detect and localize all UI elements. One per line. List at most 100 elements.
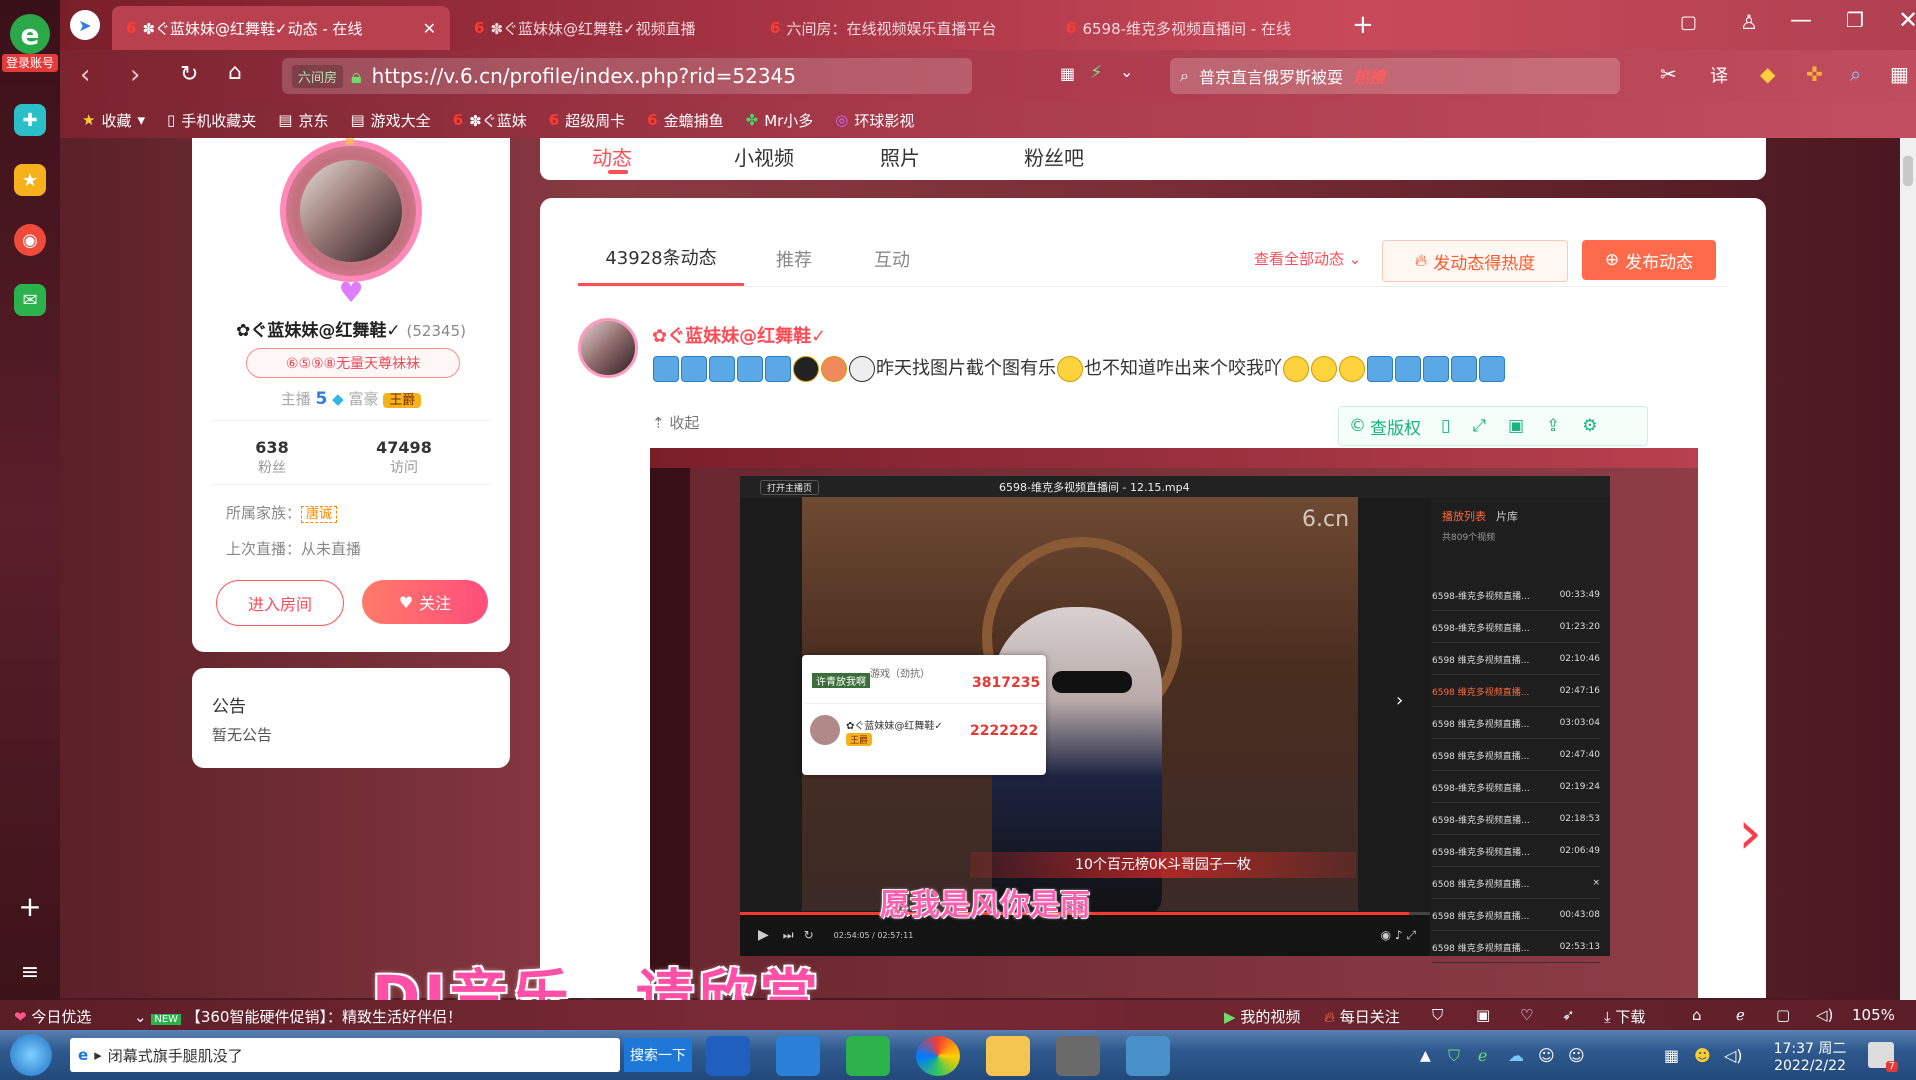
playlist-item[interactable]: 6598-维克多视频直播... 02:19:24 — [1432, 772, 1600, 803]
post-author[interactable]: ✿ぐ蓝妹妹@红舞鞋✓ — [652, 322, 826, 348]
mail-icon[interactable]: ✉ — [14, 284, 46, 316]
copyright-button[interactable]: 查版权 — [1370, 414, 1421, 439]
navigate-icon[interactable]: ➤ — [70, 10, 100, 40]
news-ticker[interactable]: ⌄ NEW 【360智能硬件促销】：精致生活好伴侣！ — [134, 1006, 462, 1027]
playlist-tab[interactable]: 播放列表 — [1442, 508, 1486, 524]
forward-icon[interactable]: › — [130, 60, 140, 90]
image-icon[interactable]: ▣ — [1476, 1006, 1490, 1024]
loop-icon[interactable]: ↻ — [804, 928, 814, 942]
avatar[interactable] — [280, 140, 422, 282]
plus-circle-icon[interactable]: ✚ — [14, 104, 46, 136]
start-button[interactable] — [10, 1034, 52, 1076]
ie-icon[interactable]: ℯ — [1736, 1006, 1745, 1024]
publish-button[interactable]: ⊕ 发布动态 — [1582, 240, 1716, 280]
hot-post-button[interactable]: 🔥︎ 发动态得热度 — [1382, 240, 1568, 282]
tray-network-icon[interactable]: ▦ — [1664, 1046, 1679, 1065]
tray-shield-icon[interactable]: ⛉ — [1448, 1046, 1460, 1066]
zoom-level[interactable]: 105% — [1852, 1006, 1895, 1024]
qr-icon[interactable]: ▦ — [1060, 64, 1075, 83]
bookmark-fishing[interactable]: 6 金蟾捕鱼 — [647, 110, 723, 131]
expand-icon[interactable]: ⤢ — [1472, 416, 1486, 436]
find-icon[interactable]: ⌕ — [1850, 62, 1861, 86]
shield-icon[interactable]: ⛉ — [1432, 1006, 1443, 1024]
next-track-icon[interactable]: ⏭ — [783, 928, 794, 943]
playlist-item[interactable]: 6598 维克多视频直播... 02:47:40 — [1432, 740, 1600, 771]
tray-volume-icon[interactable]: ◁) — [1724, 1046, 1743, 1065]
star-icon[interactable]: ★ — [14, 164, 46, 196]
photos-app-icon[interactable] — [1126, 1036, 1170, 1076]
back-icon[interactable]: ‹ — [80, 60, 90, 90]
apps-grid-icon[interactable]: ▦ — [1890, 62, 1909, 86]
bookmark-favorites[interactable]: ★ 收藏 ▾ — [82, 110, 145, 131]
playlist-item[interactable]: 6598-维克多视频直播... 02:18:53 — [1432, 804, 1600, 835]
download-button[interactable]: ⤓ 下载 — [1604, 1006, 1645, 1027]
tray-smile-icon[interactable]: ☻ — [1694, 1046, 1711, 1065]
tab-profile[interactable]: 6 ✽ぐ蓝妹妹@红舞鞋✓动态 - 在线 ✕ — [112, 6, 450, 50]
skin-icon[interactable]: ♙ — [1740, 10, 1758, 34]
search-box[interactable]: ⌕ 普京直言俄罗斯被耍 热搜 — [1170, 58, 1620, 94]
post-avatar[interactable] — [578, 318, 638, 378]
bookmark-weekcard[interactable]: 6 超级周卡 — [549, 110, 625, 131]
page-scrollbar[interactable] — [1900, 138, 1916, 1000]
media-app-icon[interactable] — [1056, 1036, 1100, 1076]
playlist-item[interactable]: 6598 维克多视频直播... 03:03:04 — [1432, 708, 1600, 739]
library-tab[interactable]: 片库 — [1496, 508, 1518, 524]
taskbar-search-input[interactable]: e ▸ 闭幕式旗手腿肌没了 — [70, 1038, 620, 1072]
network-icon[interactable]: ⌂ — [1692, 1006, 1702, 1024]
player-next-icon[interactable]: › — [1396, 690, 1403, 711]
coin-icon[interactable]: ◆ — [1760, 62, 1775, 86]
playlist-item[interactable]: 6598 维克多视频直播... 02:47:16 — [1432, 676, 1600, 707]
tray-up-icon[interactable]: ▲ — [1420, 1048, 1431, 1064]
menu-list-icon[interactable]: ≡ — [14, 956, 46, 988]
play-icon[interactable]: ▶ — [758, 927, 769, 943]
tab-short-videos[interactable]: 小视频 — [734, 142, 794, 171]
maximize-icon[interactable]: ❐ — [1846, 8, 1864, 32]
tray-cloud-icon[interactable]: ☁ — [1508, 1046, 1524, 1065]
tab-photos[interactable]: 照片 — [880, 142, 920, 171]
tab-live[interactable]: 6 ✽ぐ蓝妹妹@红舞鞋✓视频直播 — [460, 6, 750, 50]
volume-icon[interactable]: ◉ ♪ ⤢ — [1381, 928, 1416, 943]
explorer-app-icon[interactable] — [986, 1036, 1030, 1076]
playlist-item[interactable]: 6598 维克多视频直播... 02:53:13 — [1432, 932, 1600, 963]
reload-icon[interactable]: ↻ — [180, 62, 198, 87]
window-icon[interactable]: ▢ — [1776, 1006, 1790, 1024]
bookmark-mrxiaoduo[interactable]: ✤ Mr小多 — [746, 110, 814, 131]
weibo-icon[interactable]: ◉ — [14, 224, 46, 256]
chevron-down-icon[interactable]: ⌄ — [1120, 62, 1133, 81]
share-icon[interactable]: ⇪ — [1546, 416, 1560, 436]
add-icon[interactable]: + — [14, 890, 46, 923]
ie-app-icon[interactable] — [776, 1036, 820, 1076]
clock[interactable]: 17:37 周二 2022/2/22 — [1760, 1038, 1860, 1074]
tab-dynamics[interactable]: 动态 — [592, 142, 632, 171]
close-window-icon[interactable]: ✕ — [1898, 6, 1916, 34]
my-videos[interactable]: ▶ 我的视频 — [1224, 1006, 1300, 1027]
url-field[interactable]: 六间房 🔒︎ https://v.6.cn/profile/index.php?… — [282, 58, 972, 94]
kuwo-app-icon[interactable] — [706, 1036, 750, 1076]
open-anchor-page-button[interactable]: 打开主播页 — [760, 479, 820, 495]
save-icon[interactable]: ▣ — [1508, 416, 1524, 436]
playlist-item[interactable]: 6598 维克多视频直播... 02:10:46 — [1432, 644, 1600, 675]
bookmark-lanmeimei[interactable]: 6 ✽ぐ蓝妹 — [453, 110, 527, 131]
browser-logo-icon[interactable]: e — [10, 14, 50, 54]
follow-button[interactable]: ♥ 关注 — [362, 580, 488, 624]
tab-room[interactable]: 6 6598-维克多视频直播间 - 在线 — [1052, 6, 1342, 50]
login-button[interactable]: 登录账号 — [2, 54, 58, 72]
tray-qq-icon[interactable]: ☺ — [1538, 1046, 1555, 1065]
speaker-icon[interactable]: ◁) — [1816, 1006, 1833, 1024]
scrollbar-thumb[interactable] — [1903, 156, 1913, 186]
view-all-link[interactable]: 查看全部动态 ⌄ — [1254, 248, 1361, 269]
collapse-link[interactable]: ⇡ 收起 — [652, 412, 699, 433]
feed-tab-all[interactable]: 43928条动态 — [578, 230, 744, 286]
settings-icon[interactable]: ⚙ — [1582, 416, 1597, 436]
chrome-app-icon[interactable] — [916, 1036, 960, 1076]
minimize-icon[interactable]: — — [1790, 8, 1812, 33]
rocket-icon[interactable]: ➶ — [1562, 1006, 1575, 1024]
taskbar-search-button[interactable]: 搜索一下 — [624, 1038, 692, 1072]
tray-qq2-icon[interactable]: ☺ — [1568, 1046, 1585, 1065]
feed-tab-interaction[interactable]: 互动 — [874, 246, 910, 272]
today-picks[interactable]: ❤ 今日优选 — [14, 1006, 91, 1027]
fans-stat[interactable]: 638 粉丝 — [222, 438, 322, 477]
scissors-icon[interactable]: ✂ — [1660, 62, 1677, 86]
bookmark-icon[interactable]: ▯ — [1441, 416, 1450, 436]
playlist-item[interactable]: 6598 维克多视频直播... 00:43:08 — [1432, 900, 1600, 931]
